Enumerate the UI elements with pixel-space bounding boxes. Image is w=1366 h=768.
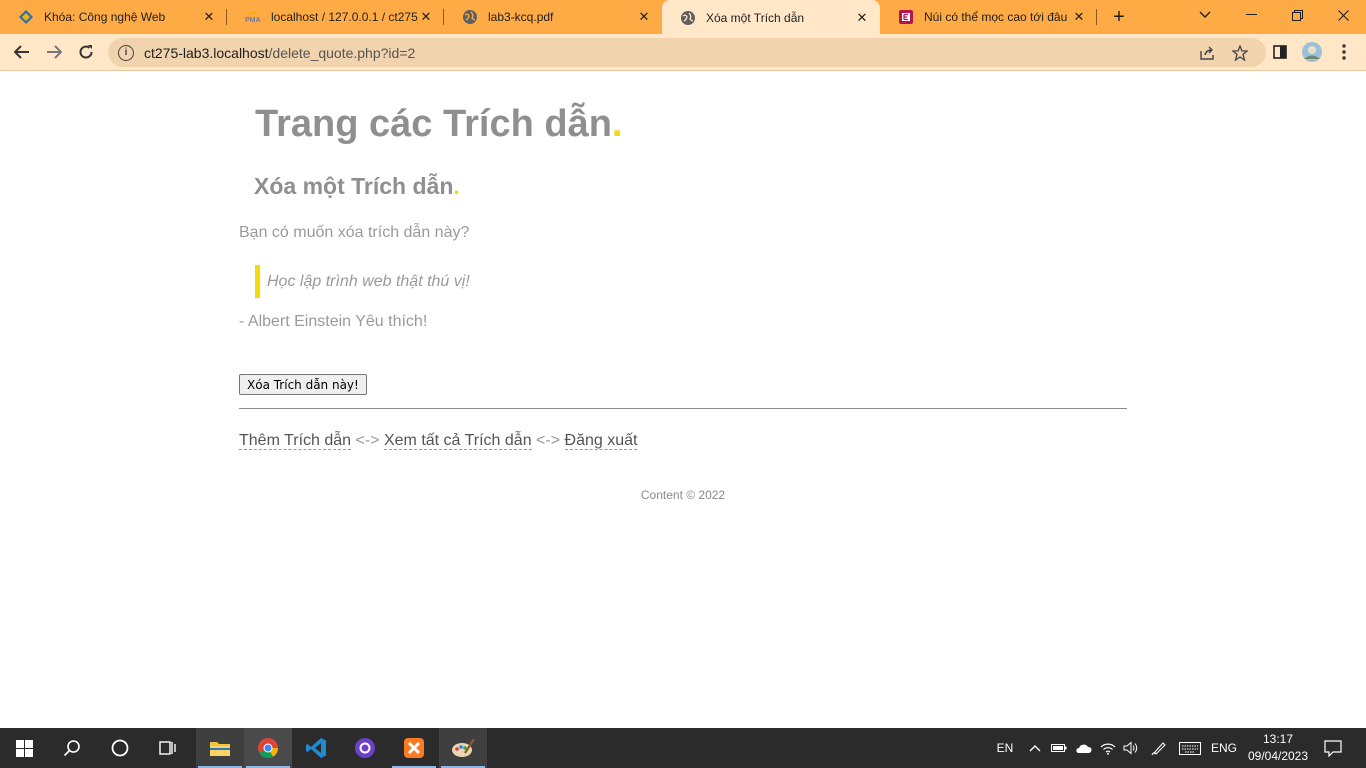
page-subtitle: Xóa một Trích dẫn. — [254, 173, 460, 200]
more-menu-icon[interactable] — [1334, 42, 1354, 62]
address-bar[interactable]: i ct275-lab3.localhost/delete_quote.php?… — [108, 38, 1266, 67]
link-separator: <-> — [355, 432, 380, 449]
page-title-text: Trang các Trích dẫn — [255, 103, 612, 145]
address-url: ct275-lab3.localhost/delete_quote.php?id… — [144, 45, 415, 61]
e-box-icon — [898, 9, 914, 25]
close-window-icon[interactable] — [1320, 0, 1366, 30]
title-dot: . — [611, 103, 623, 145]
page-subtitle-text: Xóa một Trích dẫn — [254, 173, 454, 199]
close-tab-icon[interactable]: ✕ — [1071, 9, 1087, 25]
globe-icon — [462, 9, 478, 25]
share-icon[interactable] — [1199, 44, 1217, 62]
page-title: Trang các Trích dẫn. — [255, 103, 622, 146]
tab-title: Núi có thể mọc cao tới đâu trên — [924, 10, 1071, 24]
tab-title: Xóa một Trích dẫn — [706, 11, 805, 25]
vscode-icon[interactable] — [292, 728, 340, 768]
chrome-icon[interactable] — [244, 728, 292, 768]
chevron-up-icon[interactable] — [1026, 728, 1044, 768]
keyboard-icon[interactable] — [1177, 728, 1203, 768]
reload-icon[interactable] — [72, 38, 100, 66]
add-quote-link[interactable]: Thêm Trích dẫn — [239, 432, 352, 450]
address-path: /delete_quote.php?id=2 — [268, 44, 416, 61]
task-view-icon[interactable] — [144, 728, 192, 768]
new-tab-button[interactable]: + — [1106, 0, 1132, 34]
nav-links: Thêm Trích dẫn <-> Xem tất cả Trích dẫn … — [239, 432, 638, 450]
clock-time: 13:17 — [1262, 732, 1294, 746]
github-desktop-icon[interactable] — [341, 728, 389, 768]
close-tab-icon[interactable]: ✕ — [201, 9, 217, 25]
tab-phpmyadmin[interactable]: PMA localhost / 127.0.0.1 / ct275_lab3 ✕ — [227, 0, 444, 34]
tab-title: localhost / 127.0.0.1 / ct275_lab3 — [271, 10, 418, 24]
tab-separator — [1096, 9, 1097, 25]
minimize-icon[interactable] — [1228, 0, 1274, 30]
site-info-icon[interactable]: i — [118, 44, 134, 61]
cortana-icon[interactable] — [96, 728, 144, 768]
file-explorer-icon[interactable] — [196, 728, 244, 768]
windows-start-icon[interactable] — [0, 728, 48, 768]
side-panel-icon[interactable] — [1270, 42, 1290, 62]
tab-pdf[interactable]: lab3-kcq.pdf ✕ — [444, 0, 662, 34]
wifi-icon[interactable] — [1098, 728, 1118, 768]
close-tab-icon[interactable]: ✕ — [418, 9, 434, 25]
onedrive-cloud-icon[interactable] — [1073, 728, 1093, 768]
taskbar-clock[interactable]: 13:17 09/04/2023 — [1244, 731, 1312, 765]
phpmyadmin-icon: PMA — [245, 9, 261, 25]
close-tab-icon[interactable]: ✕ — [854, 10, 870, 26]
volume-icon[interactable] — [1121, 728, 1141, 768]
bookmark-star-icon[interactable] — [1231, 44, 1249, 62]
quote-author: - Albert Einstein Yêu thích! — [239, 313, 428, 330]
tab-delete-quote[interactable]: Xóa một Trích dẫn ✕ — [662, 0, 880, 36]
tab-search-icon[interactable] — [1182, 0, 1228, 30]
divider — [239, 408, 1127, 409]
tab-title: lab3-kcq.pdf — [488, 10, 554, 24]
view-all-quotes-link[interactable]: Xem tất cả Trích dẫn — [383, 432, 532, 450]
quote-blockquote: Học lập trình web thật thú vị! — [255, 265, 470, 298]
notifications-icon[interactable] — [1318, 728, 1348, 768]
tab-nui[interactable]: Núi có thể mọc cao tới đâu trên ✕ — [880, 0, 1097, 34]
tab-strip: Khóa: Công nghệ Web ✕ PMA localhost / 12… — [0, 0, 1366, 36]
svg-text:PMA: PMA — [245, 17, 261, 24]
moodle-diamond-icon — [18, 9, 34, 25]
page-footer: Content © 2022 — [640, 488, 726, 502]
close-tab-icon[interactable]: ✕ — [636, 9, 652, 25]
quote-text: Học lập trình web thật thú vị! — [267, 272, 470, 290]
address-host: ct275-lab3.localhost — [144, 44, 269, 61]
language-indicator[interactable]: EN — [992, 728, 1018, 768]
paint-icon[interactable] — [439, 728, 487, 768]
globe-icon — [680, 10, 696, 26]
avatar[interactable] — [1301, 41, 1323, 63]
taskbar: EN ENG 13:17 09/04/2023 — [0, 728, 1366, 768]
xampp-icon[interactable] — [390, 728, 438, 768]
tab-course[interactable]: Khóa: Công nghệ Web ✕ — [0, 0, 227, 34]
back-icon[interactable] — [8, 38, 36, 66]
clock-date: 09/04/2023 — [1247, 749, 1309, 763]
battery-icon[interactable] — [1049, 728, 1069, 768]
link-separator: <-> — [536, 432, 561, 449]
confirm-question: Bạn có muốn xóa trích dẫn này? — [239, 224, 470, 241]
restore-icon[interactable] — [1274, 0, 1320, 30]
tab-title: Khóa: Công nghệ Web — [44, 10, 166, 24]
logout-link[interactable]: Đăng xuất — [564, 432, 638, 450]
input-language[interactable]: ENG — [1208, 728, 1240, 768]
pen-icon[interactable] — [1149, 728, 1169, 768]
delete-quote-button[interactable]: Xóa Trích dẫn này! — [239, 374, 367, 395]
forward-icon[interactable] — [40, 38, 68, 66]
browser-toolbar: i ct275-lab3.localhost/delete_quote.php?… — [0, 34, 1366, 71]
search-icon[interactable] — [48, 728, 96, 768]
subtitle-dot: . — [453, 173, 460, 199]
